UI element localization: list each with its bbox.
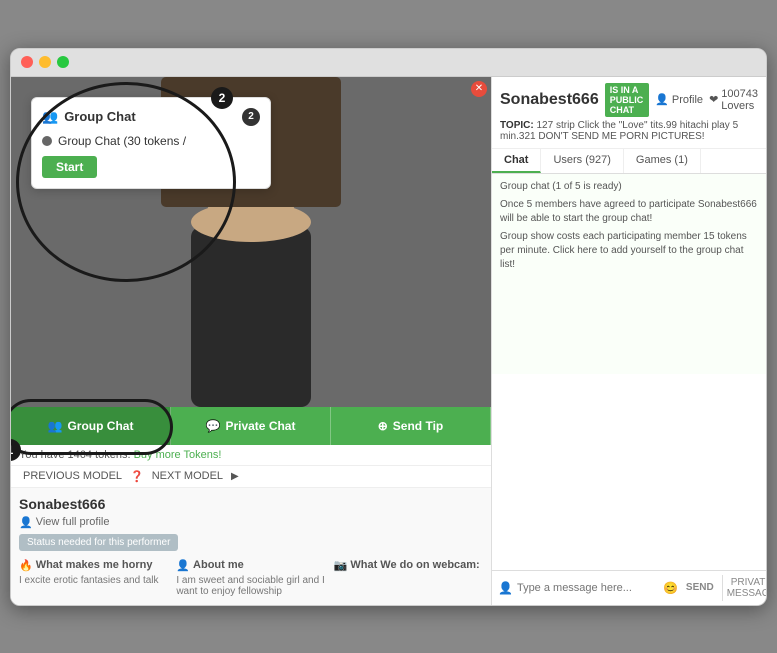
tab-games[interactable]: Games (1)	[624, 149, 701, 173]
chat-spacer	[492, 374, 766, 570]
hobbies-title: 🔥 What makes me horny	[19, 559, 168, 572]
about-title: 👤 About me	[176, 559, 325, 572]
maximize-traffic-light[interactable]	[57, 56, 69, 68]
send-tip-icon: ⊕	[378, 419, 388, 433]
right-header: Sonabest666 IS IN A PUBLIC CHAT 👤 Profil…	[492, 77, 766, 149]
tabs-row: Chat Users (927) Games (1)	[492, 149, 766, 174]
bottom-info: Sonabest666 👤 View full profile Status n…	[11, 487, 491, 605]
view-profile-label: View full profile	[36, 516, 110, 528]
token-count: You have 1464 tokens.	[19, 449, 131, 461]
left-panel: ✕ 👥 Group Chat 2 Group Chat (30 tokens /	[11, 77, 491, 605]
annotation-number-2: 2	[211, 87, 233, 109]
overlay-option: Group Chat (30 tokens /	[42, 134, 260, 148]
overlay-title-text: Group Chat	[64, 109, 136, 124]
lovers-count: ❤ 100743 Lovers	[709, 88, 758, 112]
chat-input-bar: 👤 😊 SEND PRIVATE MESSAGE	[492, 570, 766, 605]
nav-bar: PREVIOUS MODEL ❓ NEXT MODEL ▶	[11, 465, 491, 487]
overlay-title: 👥 Group Chat	[42, 109, 136, 125]
chat-message-2: Once 5 members have agreed to participat…	[500, 198, 758, 226]
emoji-icon: 😊	[663, 581, 678, 595]
private-message-button[interactable]: PRIVATE MESSAGE	[722, 575, 767, 601]
profile-icon: 👤	[655, 93, 669, 106]
topic-text: 127 strip Click the "Love" tits.99 hitac…	[500, 120, 738, 142]
hobbies-col: 🔥 What makes me horny I excite erotic fa…	[19, 559, 168, 597]
start-button[interactable]: Start	[42, 156, 97, 178]
fire-icon: 🔥	[19, 559, 33, 572]
overlay-option-label: Group Chat (30 tokens /	[58, 134, 186, 148]
next-arrow-icon: ▶	[231, 471, 239, 482]
person-icon: 👤	[19, 516, 33, 529]
nav-separator: ❓	[130, 470, 144, 483]
group-chat-icon: 👥	[48, 419, 63, 433]
close-traffic-light[interactable]	[21, 56, 33, 68]
send-tip-button[interactable]: ⊕ Send Tip	[331, 407, 491, 445]
person2-icon: 👤	[176, 559, 190, 572]
webcam-col: 📷 What We do on webcam:	[334, 559, 483, 597]
username-line: Sonabest666 IS IN A PUBLIC CHAT 👤 Profil…	[500, 83, 758, 117]
model-username: Sonabest666	[19, 496, 483, 512]
right-panel: Sonabest666 IS IN A PUBLIC CHAT 👤 Profil…	[491, 77, 766, 605]
close-video-button[interactable]: ✕	[471, 81, 487, 97]
chat-message-1: Group chat (1 of 5 is ready)	[500, 180, 758, 194]
browser-window: ✕ 👥 Group Chat 2 Group Chat (30 tokens /	[10, 48, 767, 606]
title-bar	[11, 49, 766, 77]
token-bar: You have 1464 tokens. Buy more Tokens!	[11, 445, 491, 465]
radio-dot	[42, 136, 52, 146]
about-col: 👤 About me I am sweet and sociable girl …	[176, 559, 325, 597]
topic-label: TOPIC:	[500, 120, 534, 131]
buy-tokens-link[interactable]: Buy more Tokens!	[134, 449, 222, 461]
right-username: Sonabest666	[500, 91, 599, 109]
about-text: I am sweet and sociable girl and I want …	[176, 575, 325, 597]
overlay-header: 👥 Group Chat 2	[42, 108, 260, 126]
chat-area: Group chat (1 of 5 is ready) Once 5 memb…	[492, 174, 766, 374]
chat-text-1: Group chat (1 of 5 is ready)	[500, 181, 622, 192]
private-chat-icon: 💬	[206, 419, 221, 433]
chat-input[interactable]	[517, 582, 659, 594]
profile-link[interactable]: 👤 Profile	[655, 93, 703, 106]
hobbies-text: I excite erotic fantasies and talk	[19, 575, 168, 586]
chat-text-3: Group show costs each participating memb…	[500, 231, 747, 270]
action-bar: 👥 Group Chat 💬 Private Chat ⊕ Send Tip 1	[11, 407, 491, 445]
tab-chat[interactable]: Chat	[492, 149, 541, 173]
minimize-traffic-light[interactable]	[39, 56, 51, 68]
main-content: ✕ 👥 Group Chat 2 Group Chat (30 tokens /	[11, 77, 766, 605]
private-chat-label: Private Chat	[225, 419, 295, 433]
public-badge: IS IN A PUBLIC CHAT	[605, 83, 649, 117]
person-icon-input: 👤	[498, 581, 513, 595]
info-grid: 🔥 What makes me horny I excite erotic fa…	[19, 559, 483, 597]
webcam-title: 📷 What We do on webcam:	[334, 559, 483, 572]
heart-icon: ❤	[709, 93, 718, 106]
chat-message-3: Group show costs each participating memb…	[500, 230, 758, 272]
next-model-link[interactable]: NEXT MODEL	[152, 470, 223, 482]
topic: TOPIC: 127 strip Click the "Love" tits.9…	[500, 120, 758, 142]
group-icon: 👥	[42, 109, 58, 125]
overlay-badge: 2	[242, 108, 260, 126]
group-chat-overlay: 👥 Group Chat 2 Group Chat (30 tokens / S…	[31, 97, 271, 189]
status-button[interactable]: Status needed for this performer	[19, 534, 178, 551]
chat-text-2: Once 5 members have agreed to participat…	[500, 199, 757, 224]
camera-icon: 📷	[334, 559, 348, 572]
group-chat-label: Group Chat	[67, 419, 133, 433]
video-area: ✕ 👥 Group Chat 2 Group Chat (30 tokens /	[11, 77, 491, 407]
tab-users[interactable]: Users (927)	[541, 149, 623, 173]
view-profile[interactable]: 👤 View full profile	[19, 516, 483, 529]
send-tip-label: Send Tip	[393, 419, 443, 433]
group-chat-button[interactable]: 👥 Group Chat	[11, 407, 171, 445]
previous-model-link[interactable]: PREVIOUS MODEL	[23, 470, 122, 482]
private-chat-button[interactable]: 💬 Private Chat	[171, 407, 331, 445]
send-button[interactable]: SEND	[682, 580, 718, 595]
